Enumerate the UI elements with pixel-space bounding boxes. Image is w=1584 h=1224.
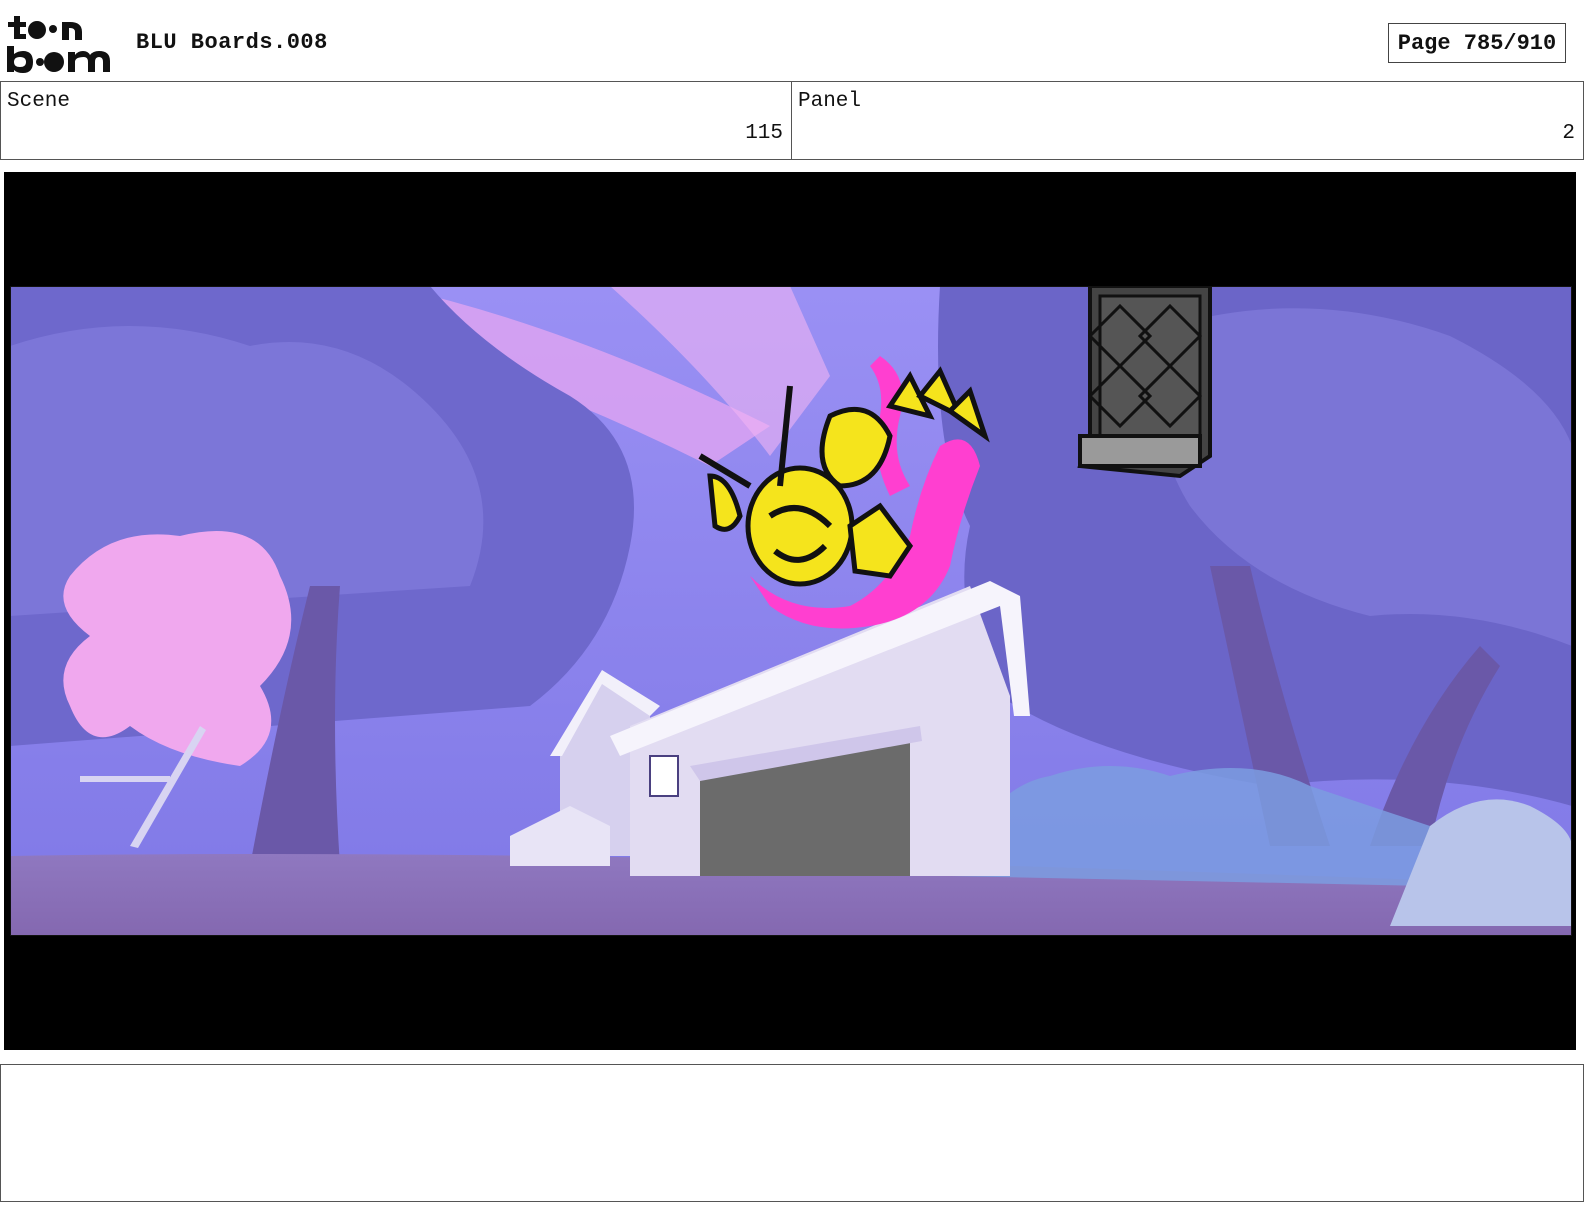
panel-cell: Panel 2 bbox=[792, 82, 1584, 159]
storyboard-panel-image-icon bbox=[10, 286, 1572, 936]
scene-label: Scene bbox=[7, 90, 71, 113]
scene-panel-row: Scene 115 Panel 2 bbox=[0, 81, 1584, 160]
panel-notes-box bbox=[0, 1064, 1584, 1202]
panel-number: 2 bbox=[1562, 122, 1575, 145]
toonboom-logo-icon bbox=[7, 16, 110, 73]
scene-cell: Scene 115 bbox=[0, 82, 792, 159]
page-indicator: Page 785/910 bbox=[1388, 23, 1566, 63]
scene-number: 115 bbox=[745, 122, 783, 145]
storyboard-frame bbox=[4, 172, 1576, 1050]
document-title: BLU Boards.008 bbox=[136, 30, 328, 55]
panel-label: Panel bbox=[798, 90, 862, 113]
